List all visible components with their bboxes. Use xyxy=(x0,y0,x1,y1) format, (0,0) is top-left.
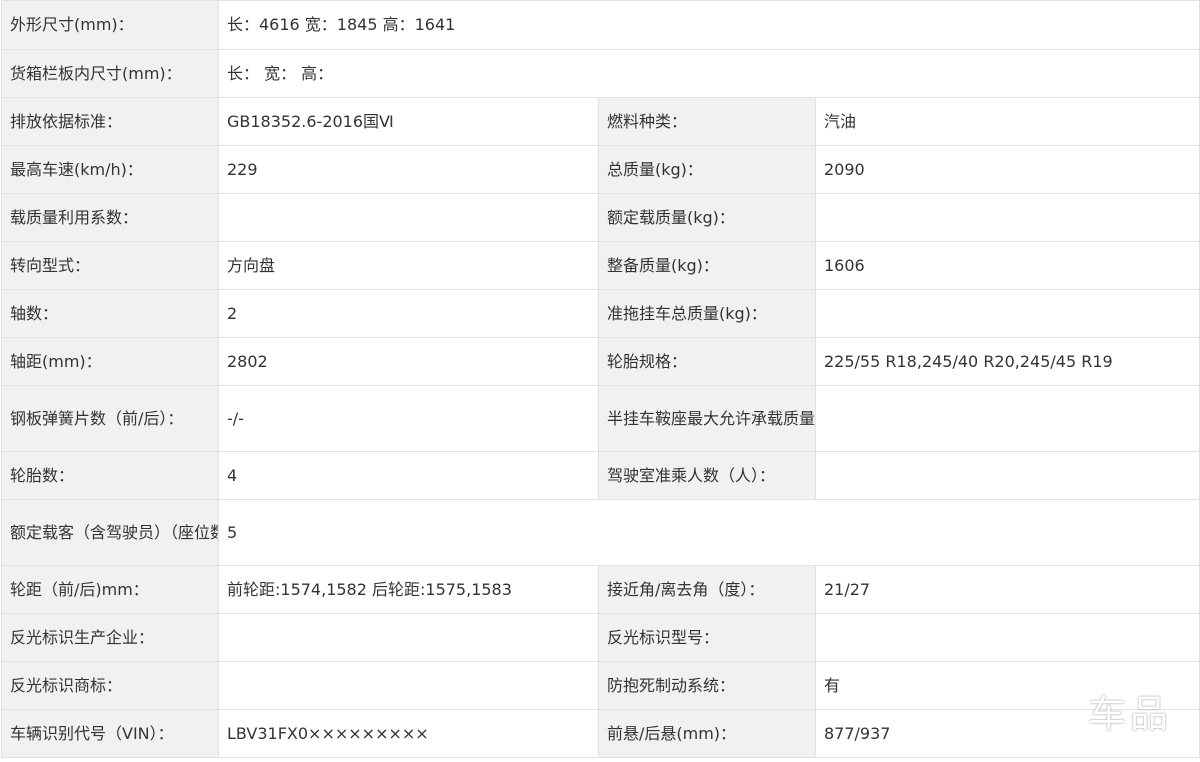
value-dimensions: 长：4616 宽：1845 高：1641 xyxy=(218,0,1200,50)
value-emission-standard: GB18352.6-2016国Ⅵ xyxy=(218,97,599,146)
value-leaf-springs: -/- xyxy=(218,385,599,452)
label-fuel-type: 燃料种类： xyxy=(598,97,816,146)
label-saddle-load: 半挂车鞍座最大允许承载质量(kg)： xyxy=(598,385,816,452)
value-tire-count: 4 xyxy=(218,451,599,500)
label-abs: 防抱死制动系统： xyxy=(598,661,816,710)
spec-row-seating: 额定载客（含驾驶员）（座位数）： 5 xyxy=(1,499,1200,566)
value-cab-occupants xyxy=(815,451,1200,500)
label-top-speed: 最高车速(km/h)： xyxy=(1,145,219,194)
spec-row: 反光标识商标： 防抱死制动系统： 有 xyxy=(1,661,1200,710)
spec-row: 最高车速(km/h)： 229 总质量(kg)： 2090 xyxy=(1,145,1200,194)
watermark-logo: 车品 xyxy=(1087,692,1172,736)
spec-row: 反光标识生产企业： 反光标识型号： xyxy=(1,613,1200,662)
value-steering: 方向盘 xyxy=(218,241,599,290)
value-reflector-brand xyxy=(218,661,599,710)
label-tire-spec: 轮胎规格： xyxy=(598,337,816,386)
label-seating: 额定载客（含驾驶员）（座位数）： xyxy=(1,499,219,566)
label-wheelbase: 轴距(mm)： xyxy=(1,337,219,386)
spec-row: 载质量利用系数： 额定载质量(kg)： xyxy=(1,193,1200,242)
label-reflector-model: 反光标识型号： xyxy=(598,613,816,662)
spec-row: 轴数： 2 准拖挂车总质量(kg)： xyxy=(1,289,1200,338)
label-reflector-brand: 反光标识商标： xyxy=(1,661,219,710)
label-leaf-springs: 钢板弹簧片数（前/后）： xyxy=(1,385,219,452)
label-axle-count: 轴数： xyxy=(1,289,219,338)
label-rated-load: 额定载质量(kg)： xyxy=(598,193,816,242)
spec-row: 轮胎数： 4 驾驶室准乘人数（人）： xyxy=(1,451,1200,500)
label-dimensions: 外形尺寸(mm)： xyxy=(1,0,219,50)
value-saddle-load xyxy=(815,385,1200,452)
label-reflector-maker: 反光标识生产企业： xyxy=(1,613,219,662)
value-tire-spec: 225/55 R18,245/40 R20,245/45 R19 xyxy=(815,337,1200,386)
value-rated-load xyxy=(815,193,1200,242)
spec-row: 排放依据标准： GB18352.6-2016国Ⅵ 燃料种类： 汽油 xyxy=(1,97,1200,146)
spec-row: 轮距（前/后)mm： 前轮距:1574,1582 后轮距:1575,1583 接… xyxy=(1,565,1200,614)
spec-row-cargo-box: 货箱栏板内尺寸(mm)： 长： 宽： 高： xyxy=(1,49,1200,98)
value-trailer-mass xyxy=(815,289,1200,338)
spec-table: 外形尺寸(mm)： 长：4616 宽：1845 高：1641 货箱栏板内尺寸(m… xyxy=(1,0,1200,758)
value-axle-count: 2 xyxy=(218,289,599,338)
label-overhang: 前悬/后悬(mm)： xyxy=(598,709,816,758)
label-track: 轮距（前/后)mm： xyxy=(1,565,219,614)
spec-row: 钢板弹簧片数（前/后）： -/- 半挂车鞍座最大允许承载质量(kg)： xyxy=(1,385,1200,452)
label-steering: 转向型式： xyxy=(1,241,219,290)
label-curb-weight: 整备质量(kg)： xyxy=(598,241,816,290)
spec-row: 转向型式： 方向盘 整备质量(kg)： 1606 xyxy=(1,241,1200,290)
label-approach-departure: 接近角/离去角（度）： xyxy=(598,565,816,614)
label-trailer-mass: 准拖挂车总质量(kg)： xyxy=(598,289,816,338)
value-reflector-maker xyxy=(218,613,599,662)
value-load-factor xyxy=(218,193,599,242)
value-reflector-model xyxy=(815,613,1200,662)
value-cargo-box: 长： 宽： 高： xyxy=(218,49,1200,98)
value-fuel-type: 汽油 xyxy=(815,97,1200,146)
value-curb-weight: 1606 xyxy=(815,241,1200,290)
label-load-factor: 载质量利用系数： xyxy=(1,193,219,242)
spec-row: 轴距(mm)： 2802 轮胎规格： 225/55 R18,245/40 R20… xyxy=(1,337,1200,386)
label-cab-occupants: 驾驶室准乘人数（人）： xyxy=(598,451,816,500)
value-seating: 5 xyxy=(218,499,1200,566)
value-wheelbase: 2802 xyxy=(218,337,599,386)
label-tire-count: 轮胎数： xyxy=(1,451,219,500)
spec-row: 车辆识别代号（VIN）： LBV31FX0××××××××× 前悬/后悬(mm)… xyxy=(1,709,1200,758)
label-vin: 车辆识别代号（VIN）： xyxy=(1,709,219,758)
value-vin: LBV31FX0××××××××× xyxy=(218,709,599,758)
label-emission-standard: 排放依据标准： xyxy=(1,97,219,146)
spec-row-dimensions: 外形尺寸(mm)： 长：4616 宽：1845 高：1641 xyxy=(1,0,1200,50)
value-approach-departure: 21/27 xyxy=(815,565,1200,614)
value-track: 前轮距:1574,1582 后轮距:1575,1583 xyxy=(218,565,599,614)
label-cargo-box: 货箱栏板内尺寸(mm)： xyxy=(1,49,219,98)
value-gross-mass: 2090 xyxy=(815,145,1200,194)
label-gross-mass: 总质量(kg)： xyxy=(598,145,816,194)
value-top-speed: 229 xyxy=(218,145,599,194)
